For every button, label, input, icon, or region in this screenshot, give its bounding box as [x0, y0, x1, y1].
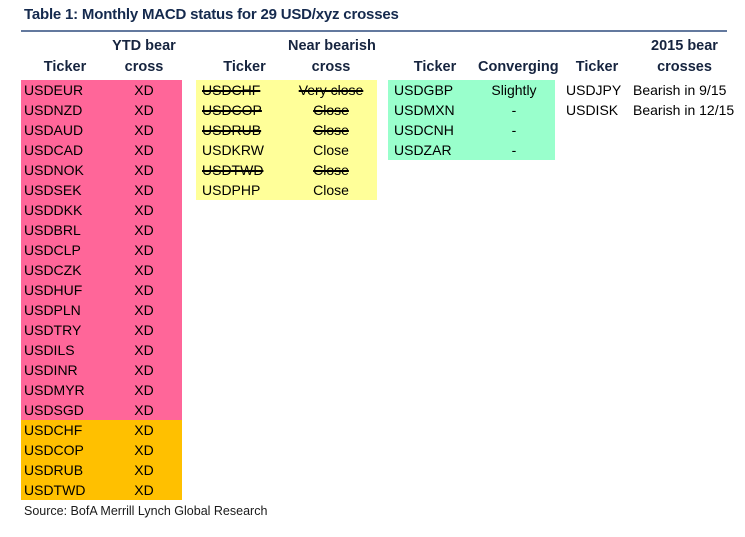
cell-status: XD: [134, 262, 154, 278]
cell-ticker: USDAUD: [24, 122, 84, 138]
cell-status: Close: [313, 102, 349, 118]
cell-ticker: USDGBP: [394, 82, 454, 98]
header-2015-bear-line1: 2015 bear: [651, 38, 718, 54]
cell-status: XD: [134, 382, 154, 398]
header-ytd-bear-line1: YTD bear: [112, 38, 176, 54]
cell-ticker: USDRUB: [24, 462, 84, 478]
cell-ticker: USDCZK: [24, 262, 82, 278]
column-2015-bear-crosses: 2015 bear Ticker crosses USDJPY Bearish i…: [566, 38, 741, 118]
header-ticker-2015: Ticker: [575, 59, 619, 75]
cell-status: XD: [134, 222, 154, 238]
cell-status: -: [511, 122, 517, 138]
cell-status: XD: [134, 82, 154, 98]
column-converging: Ticker Converging USDGBP Slightly USDMXN - U…: [388, 38, 559, 160]
cell-status: XD: [134, 162, 154, 178]
page-title: Table 1: Monthly MACD status for 29 USD/…: [24, 6, 399, 23]
cell-status: Close: [313, 182, 349, 198]
header-ticker-converging: Ticker: [413, 59, 457, 75]
header-converging-label: Converging: [478, 59, 559, 75]
column-header-2015-bear-crosses: 2015 bear Ticker crosses: [566, 38, 741, 80]
cell-ticker: USDKRW: [202, 142, 264, 158]
column-near-bearish-cross: Near bearish Ticker cross USDCHF Very clo…: [196, 38, 377, 200]
cell-status: XD: [134, 442, 154, 458]
column-header-near-bearish-cross: Near bearish Ticker cross: [196, 38, 377, 80]
cell-ticker: USDILS: [24, 342, 75, 358]
source-note: Source: BofA Merrill Lynch Global Resear…: [24, 504, 268, 518]
header-near-bearish-line1: Near bearish: [288, 38, 376, 54]
cell-ticker: USDNZD: [24, 102, 83, 118]
cell-ticker: USDCHF: [202, 82, 261, 98]
cell-ticker: USDPLN: [24, 302, 81, 318]
cell-status: XD: [134, 462, 154, 478]
column-header-ytd-bear-cross: YTD bear Ticker cross: [21, 38, 182, 80]
header-ytd-bear-line2: cross: [124, 59, 164, 75]
cell-ticker: USDMXN: [394, 102, 455, 118]
cell-ticker: USDMYR: [24, 382, 85, 398]
cell-ticker: USDISK: [566, 102, 619, 118]
cell-status: XD: [134, 322, 154, 338]
cell-status: XD: [134, 182, 154, 198]
cell-ticker: USDRUB: [202, 122, 262, 138]
cell-status: Close: [313, 162, 349, 178]
cell-ticker: USDNOK: [24, 162, 84, 178]
cell-ticker: USDTWD: [24, 482, 86, 498]
header-near-bearish-line2: cross: [311, 59, 351, 75]
cell-ticker: USDZAR: [394, 142, 452, 158]
cell-ticker: USDTRY: [24, 322, 82, 338]
cell-status: XD: [134, 282, 154, 298]
cell-status: Close: [313, 122, 349, 138]
cell-ticker: USDCNH: [394, 122, 454, 138]
title-divider: [21, 30, 727, 32]
column-header-converging: Ticker Converging: [388, 38, 559, 80]
cell-status: Very close: [298, 82, 364, 98]
cell-status: Close: [313, 142, 349, 158]
cell-ticker: USDDKK: [24, 202, 83, 218]
cell-ticker: USDCAD: [24, 142, 84, 158]
cell-status: XD: [134, 142, 154, 158]
cell-ticker: USDCLP: [24, 242, 81, 258]
cell-status: Bearish in 9/15: [633, 82, 727, 98]
cell-ticker: USDTWD: [202, 162, 264, 178]
cell-ticker: USDCOP: [24, 442, 84, 458]
cell-status: XD: [134, 242, 154, 258]
cell-ticker: USDPHP: [202, 182, 261, 198]
cell-status: XD: [134, 362, 154, 378]
column-ytd-bear-cross: YTD bear Ticker cross USDEUR XD USDNZD XD US…: [21, 38, 182, 500]
cell-ticker: USDBRL: [24, 222, 81, 238]
table-figure: Table 1: Monthly MACD status for 29 USD/…: [0, 0, 745, 537]
cell-ticker: USDSGD: [24, 402, 84, 418]
cell-status: -: [511, 142, 517, 158]
cell-status: XD: [134, 402, 154, 418]
header-2015-bear-line2: crosses: [657, 59, 712, 75]
cell-ticker: USDSEK: [24, 182, 82, 198]
cell-status: Slightly: [491, 82, 537, 98]
cell-status: XD: [134, 102, 154, 118]
cell-status: -: [511, 102, 517, 118]
cell-status: XD: [134, 202, 154, 218]
cell-status: XD: [134, 302, 154, 318]
cell-status: XD: [134, 122, 154, 138]
cell-ticker: USDCHF: [24, 422, 83, 438]
cell-status: XD: [134, 342, 154, 358]
cell-ticker: USDEUR: [24, 82, 84, 98]
cell-ticker: USDCOP: [202, 102, 262, 118]
cell-ticker: USDHUF: [24, 282, 83, 298]
header-ticker-ytd: Ticker: [43, 59, 87, 75]
cell-ticker: USDJPY: [566, 82, 622, 98]
cell-status: XD: [134, 422, 154, 438]
header-ticker-near-bearish: Ticker: [223, 59, 266, 75]
cell-status: XD: [134, 482, 154, 498]
cell-ticker: USDINR: [24, 362, 78, 378]
cell-status: Bearish in 12/15: [633, 102, 735, 118]
